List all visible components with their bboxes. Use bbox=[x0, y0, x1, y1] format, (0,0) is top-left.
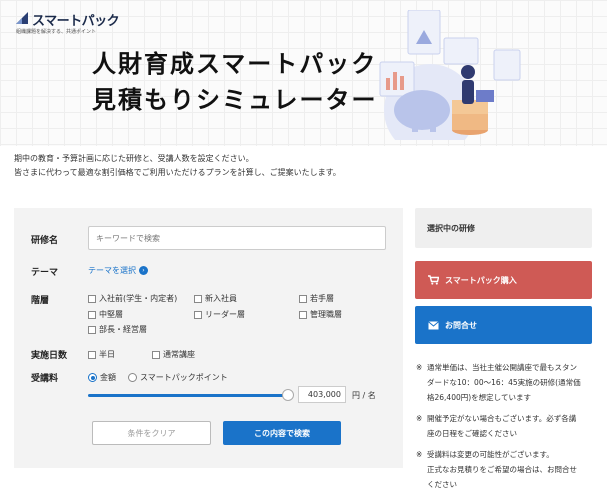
buy-button-label: スマートパック購入 bbox=[445, 275, 517, 285]
theme-label: テーマ bbox=[31, 268, 59, 278]
fee-option-label: スマートパックポイント bbox=[140, 373, 228, 382]
note-mark: ※ bbox=[416, 414, 423, 423]
days-option-label: 半日 bbox=[99, 350, 115, 359]
note-line: 開催予定がない場合もございます。必ず各講 bbox=[427, 414, 577, 423]
notes-list: ※ 通常単価は、当社主催公開講座で最もスタン ダードな10：00～16：45実施… bbox=[416, 360, 596, 498]
checkbox-box[interactable] bbox=[88, 294, 96, 303]
note-item: ※ 開催予定がない場合もございます。必ず各講 座の日程をご確認ください bbox=[416, 411, 596, 441]
days-option-label: 通常講座 bbox=[163, 350, 195, 359]
checkbox-box[interactable] bbox=[194, 310, 202, 319]
keyword-search-input[interactable] bbox=[88, 226, 386, 250]
radio-dot[interactable] bbox=[88, 373, 97, 382]
logo-brand: スマートパック bbox=[32, 14, 120, 29]
level-checkbox-new-employee[interactable]: 新入社員 bbox=[194, 293, 237, 304]
selected-courses-label: 選択中の研修 bbox=[427, 224, 475, 233]
contact-button[interactable]: お問合せ bbox=[415, 306, 592, 344]
checkbox-box[interactable] bbox=[152, 350, 160, 359]
level-checkbox-pre-entry[interactable]: 入社前(学生・内定者) bbox=[88, 293, 177, 304]
level-label: 階層 bbox=[31, 296, 50, 306]
intro-text: 期中の教育・予算計画に応じた研修と、受講人数を設定ください。 皆さまに代わって最… bbox=[14, 152, 434, 180]
level-option-label: 入社前(学生・内定者) bbox=[99, 294, 178, 303]
fee-radio-amount[interactable]: 金額 bbox=[88, 372, 116, 383]
note-mark: ※ bbox=[416, 363, 423, 372]
checkbox-box[interactable] bbox=[194, 294, 202, 303]
days-checkbox-regular[interactable]: 通常講座 bbox=[152, 349, 195, 360]
checkbox-box[interactable] bbox=[88, 350, 96, 359]
intro-line1: 期中の教育・予算計画に応じた研修と、受講人数を設定ください。 bbox=[14, 154, 254, 163]
level-option-label: 部長・経営層 bbox=[99, 325, 147, 334]
checkbox-box[interactable] bbox=[88, 325, 96, 334]
hero-illustration-icon bbox=[379, 10, 521, 140]
level-option-label: リーダー層 bbox=[205, 310, 245, 319]
note-line: 正式なお見積りをご希望の場合は、お問合せ bbox=[427, 465, 577, 474]
intro-line2: 皆さまに代わって最適な割引価格でご利用いただけるプランを計算し、ご提案いたします… bbox=[14, 168, 341, 177]
level-option-label: 新入社員 bbox=[205, 294, 237, 303]
theme-select-link[interactable]: テーマを選択 › bbox=[88, 265, 148, 276]
price-unit: 円 / 名 bbox=[352, 391, 376, 400]
cart-icon bbox=[428, 275, 439, 285]
search-form-panel: 研修名 テーマ テーマを選択 › 階層 入社前(学生・内定者) 新入社員 若手層… bbox=[14, 208, 403, 468]
note-item: ※ 通常単価は、当社主催公開講座で最もスタン ダードな10：00～16：45実施… bbox=[416, 360, 596, 405]
price-slider-handle[interactable] bbox=[282, 389, 294, 401]
level-option-label: 管理職層 bbox=[310, 310, 342, 319]
selected-courses-box: 選択中の研修 bbox=[415, 208, 592, 248]
note-line: ダードな10：00～16：45実施の研修(通常価 bbox=[427, 378, 581, 387]
search-button[interactable]: この内容で検索 bbox=[223, 421, 341, 445]
page-title-line1: 人財育成スマートパック bbox=[92, 50, 378, 78]
level-checkbox-mid[interactable]: 中堅層 bbox=[88, 309, 123, 320]
logo-tagline: 組織課題を解決する、共通ポイント bbox=[16, 29, 97, 35]
page-title: 人財育成スマートパック 見積もりシミュレーター bbox=[92, 46, 378, 118]
note-line: 座の日程をご確認ください bbox=[427, 429, 517, 438]
level-checkbox-leader[interactable]: リーダー層 bbox=[194, 309, 245, 320]
price-input[interactable] bbox=[298, 386, 346, 403]
smart-pack-buy-button[interactable]: スマートパック購入 bbox=[415, 261, 592, 299]
note-item: ※ 受講料は変更の可能性がございます。 正式なお見積りをご希望の場合は、お問合せ… bbox=[416, 447, 596, 492]
clear-conditions-button[interactable]: 条件をクリア bbox=[92, 421, 211, 445]
level-checkbox-manager[interactable]: 管理職層 bbox=[299, 309, 342, 320]
course-name-label: 研修名 bbox=[31, 236, 59, 246]
level-checkbox-young[interactable]: 若手層 bbox=[299, 293, 334, 304]
note-line: ください bbox=[427, 480, 457, 489]
mail-icon bbox=[428, 320, 439, 329]
note-text: 通常単価は、当社主催公開講座で最もスタン ダードな10：00～16：45実施の研… bbox=[427, 360, 596, 405]
checkbox-box[interactable] bbox=[299, 310, 307, 319]
note-line: 通常単価は、当社主催公開講座で最もスタン bbox=[427, 363, 577, 372]
note-mark: ※ bbox=[416, 450, 423, 459]
simulator-page: スマートパック 組織課題を解決する、共通ポイント 人財育成スマートパック 見積も… bbox=[0, 0, 607, 502]
logo-mark-icon bbox=[16, 12, 28, 24]
page-title-line2: 見積もりシミュレーター bbox=[92, 86, 378, 114]
fee-label: 受講料 bbox=[31, 374, 59, 384]
note-text: 受講料は変更の可能性がございます。 正式なお見積りをご希望の場合は、お問合せ く… bbox=[427, 447, 596, 492]
radio-dot[interactable] bbox=[128, 373, 137, 382]
checkbox-box[interactable] bbox=[299, 294, 307, 303]
note-line: 受講料は変更の可能性がございます。 bbox=[427, 450, 554, 459]
contact-button-label: お問合せ bbox=[445, 320, 477, 330]
note-line: 格26,400円)を想定しています bbox=[427, 393, 531, 402]
fee-option-label: 金額 bbox=[100, 373, 116, 382]
level-checkbox-executive[interactable]: 部長・経営層 bbox=[88, 324, 147, 335]
chevron-right-icon: › bbox=[139, 266, 148, 275]
price-slider-track[interactable] bbox=[88, 394, 288, 397]
checkbox-box[interactable] bbox=[88, 310, 96, 319]
note-text: 開催予定がない場合もございます。必ず各講 座の日程をご確認ください bbox=[427, 411, 596, 441]
days-checkbox-half[interactable]: 半日 bbox=[88, 349, 115, 360]
fee-radio-points[interactable]: スマートパックポイント bbox=[128, 372, 228, 383]
days-label: 実施日数 bbox=[31, 351, 68, 361]
theme-select-text: テーマを選択 bbox=[88, 266, 136, 275]
level-option-label: 若手層 bbox=[310, 294, 334, 303]
hero-banner: スマートパック 組織課題を解決する、共通ポイント 人財育成スマートパック 見積も… bbox=[0, 0, 607, 146]
level-option-label: 中堅層 bbox=[99, 310, 123, 319]
